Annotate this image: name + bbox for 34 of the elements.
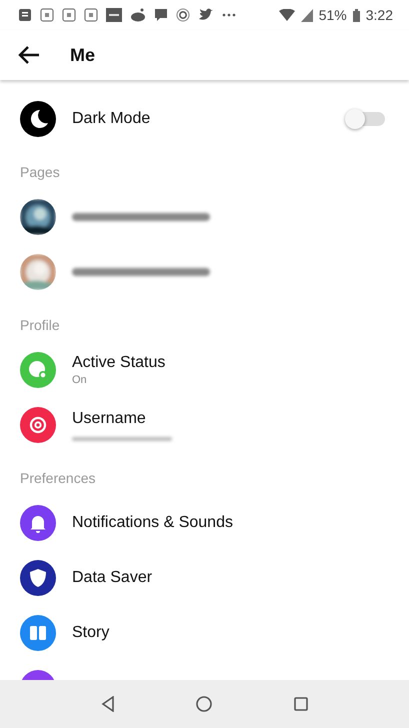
section-header: Pages — [20, 164, 60, 180]
settings-row[interactable]: Active Status On — [0, 342, 409, 397]
news-icon — [18, 8, 32, 22]
clock: 3:22 — [366, 7, 393, 23]
row-label: Username — [72, 408, 147, 428]
row-label: Dark Mode — [72, 108, 152, 128]
battery-icon — [352, 8, 360, 22]
page-title: Me — [70, 44, 96, 66]
calendar-icon — [62, 8, 76, 22]
section-header: Preferences — [20, 470, 96, 486]
row-subtitle: On — [72, 372, 88, 386]
row-label: Notifications & Sounds — [72, 512, 234, 532]
settings-row[interactable]: Username — [0, 397, 409, 452]
settings-row[interactable]: Data Saver — [0, 550, 409, 605]
more-icon — [222, 13, 236, 17]
settings-row[interactable]: Story — [0, 605, 409, 660]
home-nav-icon[interactable] — [196, 696, 212, 712]
signal-icon — [300, 8, 313, 22]
calendar-icon — [84, 8, 98, 22]
recents-nav-icon[interactable] — [294, 697, 308, 711]
battery-percent: 51% — [318, 7, 347, 23]
row-label: Story — [72, 622, 110, 642]
wifi-icon — [278, 9, 295, 21]
calendar-icon — [40, 8, 54, 22]
bird-icon — [198, 8, 214, 22]
square-logo-icon — [106, 8, 122, 22]
settings-row[interactable]: Dark Mode — [0, 91, 409, 146]
settings-row[interactable]: Notifications & Sounds — [0, 495, 409, 550]
section-header: Profile — [20, 317, 60, 333]
row-label: Data Saver — [72, 568, 154, 588]
row-label: Active Status — [72, 352, 166, 372]
chat-icon — [154, 8, 168, 22]
back-nav-icon[interactable] — [100, 696, 115, 712]
dark-mode-switch[interactable] — [347, 112, 385, 126]
